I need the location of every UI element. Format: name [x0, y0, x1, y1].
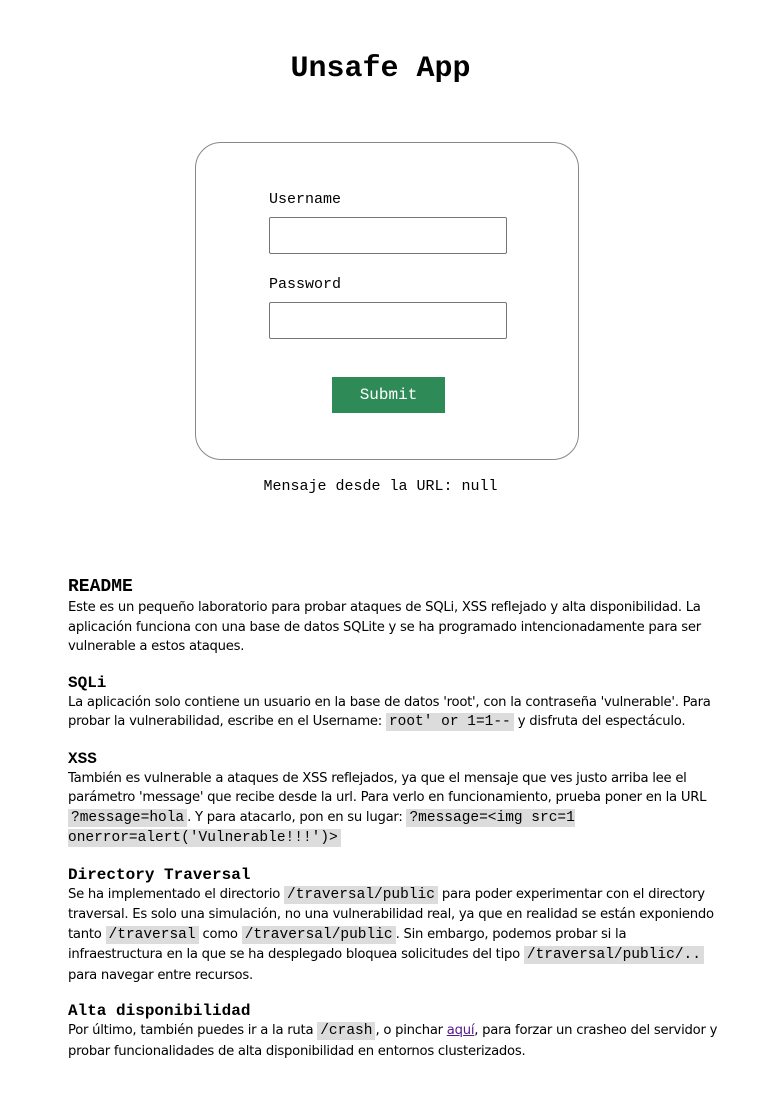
traversal-code-public-2: /traversal/public [241, 925, 396, 944]
password-label: Password [269, 276, 342, 293]
traversal-text-5: para navegar entre recursos. [68, 967, 253, 983]
availability-text-2: , o pinchar [375, 1023, 447, 1038]
page-title: Unsafe App [290, 52, 471, 86]
xss-text-2: . Y para atacarlo, pon en su lugar: [187, 809, 407, 825]
sqli-text: La aplicación solo contiene un usuario e… [68, 693, 718, 733]
sqli-section: SQLi La aplicación solo contiene un usua… [68, 673, 718, 733]
readme-intro: Este es un pequeño laboratorio para prob… [68, 600, 701, 654]
availability-code-crash: /crash [317, 1022, 376, 1040]
traversal-section: Directory Traversal Se ha implementado e… [68, 865, 718, 986]
traversal-code-parent: /traversal/public/.. [523, 946, 704, 964]
url-message-label: Mensaje desde la URL: [263, 478, 462, 495]
traversal-title: Directory Traversal [68, 865, 251, 884]
availability-title: Alta disponibilidad [68, 1002, 251, 1020]
url-message: Mensaje desde la URL: null [0, 478, 761, 496]
readme: README Este es un pequeño laboratorio pa… [68, 576, 718, 1077]
xss-code-hola: ?message=hola [68, 808, 188, 827]
sqli-text-2: y disfruta del espectáculo. [513, 714, 686, 729]
readme-intro-section: README Este es un pequeño laboratorio pa… [68, 576, 718, 657]
xss-title: XSS [68, 749, 97, 768]
readme-title: README [68, 577, 133, 597]
url-message-value: null [461, 478, 498, 495]
availability-text-1: Por último, también puedes ir a la ruta [68, 1023, 318, 1038]
crash-link[interactable]: aquí [447, 1023, 475, 1038]
xss-section: XSS También es vulnerable a ataques de X… [68, 749, 718, 849]
submit-button[interactable]: Submit [332, 377, 445, 413]
traversal-code-public: /traversal/public [284, 885, 438, 904]
availability-text: Por último, también puedes ir a la ruta … [68, 1021, 718, 1061]
username-input[interactable] [269, 217, 507, 254]
traversal-text-1: Se ha implementado el directorio [68, 886, 285, 902]
login-form: Username Password Submit [195, 142, 579, 460]
password-input[interactable] [269, 302, 507, 339]
traversal-text: Se ha implementado el directorio /traver… [68, 885, 718, 986]
username-label: Username [269, 191, 342, 208]
traversal-code-root: /traversal [105, 925, 199, 944]
sqli-title: SQLi [68, 673, 107, 692]
sqli-code: root' or 1=1-- [385, 713, 514, 731]
availability-section: Alta disponibilidad Por último, también … [68, 1001, 718, 1061]
traversal-text-3: como [198, 926, 242, 942]
xss-text: También es vulnerable a ataques de XSS r… [68, 769, 718, 849]
xss-text-1: También es vulnerable a ataques de XSS r… [68, 770, 707, 806]
